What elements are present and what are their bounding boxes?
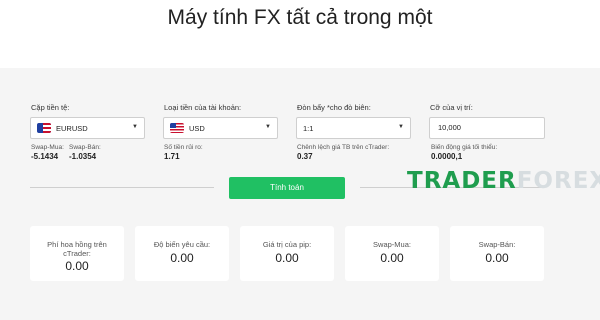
result-card-value: 0.00 (170, 251, 194, 265)
watermark-part2: FOREX (516, 168, 600, 194)
result-card-margin: Độ biến yêu cầu: 0.00 (135, 226, 229, 281)
eu-flag-icon (37, 123, 51, 133)
risk-amount-label: Số tiền rủi ro: (164, 144, 203, 151)
leverage-label: Đòn bẩy *cho đò biên: (297, 103, 371, 112)
result-card-value: 0.00 (275, 251, 299, 265)
divider-left (30, 187, 214, 188)
result-card-swap-buy: Swap-Mua: 0.00 (345, 226, 439, 281)
result-card-value: 0.00 (485, 251, 509, 265)
lot-size-input[interactable]: 10,000 (429, 117, 545, 139)
result-card-label: Swap-Mua: (373, 240, 411, 249)
result-card-label: Phí hoa hồng trên cTrader: (47, 240, 107, 258)
spread-value: 0.37 (297, 152, 313, 161)
result-card-pip-value: Giá trị của pip: 0.00 (240, 226, 334, 281)
account-currency-value: USD (189, 123, 205, 133)
chevron-down-icon: ▼ (398, 124, 404, 130)
risk-amount-value: 1.71 (164, 152, 180, 161)
page-title: Máy tính FX tất cả trong một (0, 0, 600, 68)
chevron-down-icon: ▼ (265, 124, 271, 130)
currency-pair-select[interactable]: EURUSD ▼ (30, 117, 145, 139)
result-card-swap-sell: Swap-Bán: 0.00 (450, 226, 544, 281)
swap-sell-info-value: -1.0354 (69, 152, 97, 161)
result-card-label: Swap-Bán: (478, 240, 516, 249)
traderforex-watermark: TRADERFOREX (407, 168, 600, 194)
watermark-part1: TRADER (407, 168, 517, 194)
us-flag-icon (170, 123, 184, 133)
spread-label: Chênh lệch giá TB trên cTrader: (297, 144, 390, 151)
lot-size-label: Cỡ của vị trí: (430, 103, 473, 112)
leverage-select[interactable]: 1:1 ▼ (296, 117, 411, 139)
swap-buy-info-value: -5.1434 (31, 152, 59, 161)
swap-buy-info-label: Swap-Mua: (31, 144, 64, 151)
result-card-value: 0.00 (380, 251, 404, 265)
min-move-value: 0.0000,1 (431, 152, 463, 161)
swap-sell-info-label: Swap-Bán: (69, 144, 101, 151)
result-card-label: Giá trị của pip: (262, 240, 312, 249)
currency-pair-value: EURUSD (56, 123, 88, 133)
currency-pair-label: Cặp tiền tệ: (31, 103, 70, 112)
account-currency-label: Loại tiền của tài khoản: (164, 103, 242, 112)
result-card-value: 0.00 (65, 259, 89, 273)
calculate-button[interactable]: Tính toán (229, 177, 345, 199)
account-currency-select[interactable]: USD ▼ (163, 117, 278, 139)
leverage-value: 1:1 (303, 123, 314, 133)
chevron-down-icon: ▼ (132, 124, 138, 130)
result-card-label: Độ biến yêu cầu: (153, 240, 211, 249)
result-card-commission: Phí hoa hồng trên cTrader: 0.00 (30, 226, 124, 281)
min-move-label: Biến động giá tối thiểu: (431, 144, 498, 151)
